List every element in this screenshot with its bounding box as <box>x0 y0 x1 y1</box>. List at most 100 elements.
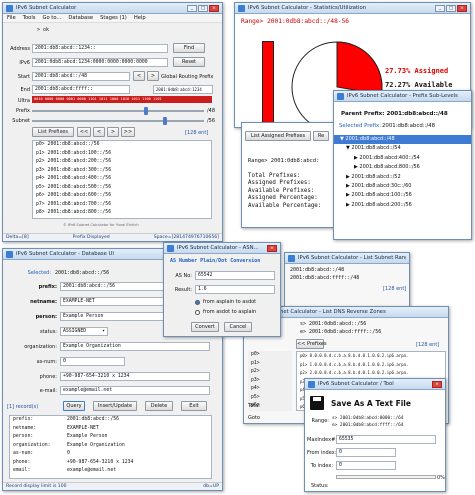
cancel-button[interactable]: Cancel <box>224 322 252 332</box>
status-select[interactable]: ASSIGNED ▾ <box>60 327 108 336</box>
window-controls[interactable]: × <box>432 380 442 388</box>
radio-asplain-to-asdot[interactable]: from asplain to asdot <box>195 299 256 305</box>
end-line: e> 2001:0db8:abcd:ffff::/56 <box>300 329 382 335</box>
status-delta: Delta=[8] <box>6 235 29 240</box>
ipv6-expanded-field[interactable]: 2001:0db8:abcd:1234:0000:0000:0000:0000 <box>32 58 168 67</box>
tree-node-root[interactable]: ▼ 2001:db8:abcd::/48 <box>334 135 471 145</box>
total-label: Total <box>248 403 260 409</box>
exit-button[interactable]: Exit <box>181 401 207 411</box>
window-controls[interactable]: _ □ × <box>435 4 467 12</box>
list-item[interactable]: p1> 2001:db8:abcd:100::/56 <box>33 150 211 159</box>
menu-file[interactable]: File <box>7 15 16 21</box>
start-field[interactable]: 2001:db8:abcd::/48 <box>32 72 130 81</box>
subnet-slider-thumb[interactable] <box>163 117 167 125</box>
menu-database[interactable]: Database <box>68 15 93 21</box>
chevron-down-icon: ▾ <box>102 329 105 334</box>
prefix-slider-thumb[interactable] <box>144 107 148 115</box>
prefix-input[interactable]: 2001:db8:abcd::/56 <box>60 282 170 291</box>
forward-button[interactable]: > <box>147 71 159 81</box>
next-page-button[interactable]: > <box>107 127 119 137</box>
list-item[interactable]: p5> 2001:db8:abcd:500::/56 <box>33 184 211 193</box>
prefix-label: Prefix <box>15 108 30 114</box>
record-output[interactable]: prefix: 2001:db8:abcd::/56 netname: EXAMPL… <box>9 415 212 479</box>
organization-input[interactable]: Example Organization <box>60 342 210 351</box>
tree-node[interactable]: ▶ 2001:db8:abcd:30c::/60 <box>334 182 471 191</box>
prefix-tree[interactable]: ▼ 2001:db8:abcd::/48 ▼ 2001:db8:abcd::/5… <box>334 135 471 210</box>
last-page-button[interactable]: >> <box>121 127 135 137</box>
list-prefixes-button[interactable]: List Prefixes <box>32 127 74 137</box>
title-bar: IPv6 Subnet Calculator _ □ × <box>3 3 222 14</box>
refresh-button[interactable]: Re <box>313 131 329 141</box>
side-item: p1> <box>251 360 260 366</box>
radio-unselected-icon[interactable] <box>195 309 200 315</box>
first-page-button[interactable]: << <box>77 127 91 137</box>
menu-tools[interactable]: Tools <box>23 15 36 21</box>
subnet-slider[interactable] <box>32 117 204 125</box>
list-item[interactable]: p1> 1.0.0.0.d.c.b.a.8.b.d.0.1.0.0.2.ip6.… <box>297 361 445 370</box>
prefix-slider[interactable] <box>32 107 204 115</box>
list-item[interactable]: p7> 2001:db8:abcd:700::/56 <box>33 201 211 210</box>
prefixes-button[interactable]: << Prefixes <box>296 339 327 349</box>
reset-button[interactable]: Reset <box>173 57 205 67</box>
list-item[interactable]: p0> 0.0.0.0.d.c.b.a.8.b.d.0.1.0.0.2.ip6.… <box>297 352 445 361</box>
title-bar: IPv6 Subnet Calculator - ASN... × <box>164 243 280 254</box>
tree-node[interactable]: ▼ 2001:db8:abcd::/54 <box>334 144 471 153</box>
asno-input[interactable]: 65542 <box>195 271 275 280</box>
list-item[interactable]: p0> 2001:db8:abcd::/56 <box>33 141 211 150</box>
radio-asdot-to-asplain[interactable]: from asdot to asplain <box>195 309 256 315</box>
close-icon[interactable]: × <box>432 380 442 388</box>
delete-button[interactable]: Delete <box>145 401 173 411</box>
prev-page-button[interactable]: < <box>93 127 105 137</box>
list-item[interactable]: p2> 2001:db8:abcd:200::/56 <box>33 158 211 167</box>
window-controls[interactable]: × <box>267 244 277 252</box>
window-title: IPv6 Subnet Calculator / Tool <box>318 381 394 387</box>
result-field: 1.6 <box>195 285 275 294</box>
asnum-input[interactable]: 0 <box>60 357 125 366</box>
progress-percent: 0% <box>437 475 445 481</box>
convert-button[interactable]: Convert <box>191 322 219 332</box>
tree-node[interactable]: ▶ 2001:db8:abcd:400::/54 <box>334 154 471 163</box>
menu-goto[interactable]: Go to... <box>42 15 61 21</box>
back-button[interactable]: < <box>133 71 145 81</box>
netname-input[interactable]: EXAMPLE-NET <box>60 297 170 306</box>
minimize-icon[interactable]: _ <box>187 4 197 12</box>
radio-label: from asplain to asdot <box>203 299 257 305</box>
insert-update-button[interactable]: Insert/Update <box>93 401 137 411</box>
list-item[interactable]: p3> 2001:db8:abcd:300::/56 <box>33 167 211 176</box>
window-controls[interactable]: _ □ × <box>187 4 219 12</box>
prefix-list[interactable]: p0> 2001:db8:abcd::/56 p1> 2001:db8:abcd… <box>32 140 212 219</box>
close-icon[interactable]: × <box>457 4 467 12</box>
to-index-input[interactable]: 0 <box>336 461 396 470</box>
list-item[interactable]: p8> 2001:db8:abcd:800::/56 <box>33 209 211 218</box>
radio-selected-icon[interactable] <box>195 299 200 305</box>
maximize-icon[interactable]: □ <box>198 4 208 12</box>
app-icon <box>337 92 344 100</box>
tree-node[interactable]: ▶ 2001:db8:abcd:200::/56 <box>334 201 471 210</box>
person-input[interactable]: Example Person <box>60 312 170 321</box>
end-value: 2001:db8:abcd:ffff::/48 <box>290 275 360 281</box>
menu-help[interactable]: Help <box>134 15 146 21</box>
query-button[interactable]: Query <box>63 401 85 411</box>
end-field[interactable]: 2001:db8:abcd:ffff:: <box>32 85 130 94</box>
find-button[interactable]: Find <box>173 43 205 53</box>
list-item[interactable]: p2> 2.0.0.0.d.c.b.a.8.b.d.0.1.0.0.2.ip6.… <box>297 369 445 378</box>
field-key: phone: <box>13 459 31 465</box>
list-assigned-button[interactable]: List Assigned Prefixes <box>245 131 311 141</box>
tree-node[interactable]: ▶ 2001:db8:abcd:800::/56 <box>334 163 471 172</box>
usage-bar <box>262 41 274 127</box>
email-input[interactable]: example@email.net <box>60 386 210 395</box>
tree-node[interactable]: ▶ 2001:db8:abcd::/52 <box>334 173 471 182</box>
subnet-label: Subnet <box>12 118 30 124</box>
minimize-icon[interactable]: _ <box>435 4 445 12</box>
list-item[interactable]: p6> 2001:db8:abcd:600::/56 <box>33 192 211 201</box>
list-item[interactable]: p4> 2001:db8:abcd:400::/56 <box>33 175 211 184</box>
from-index-input[interactable]: 0 <box>336 448 396 457</box>
phone-input[interactable]: +90-987-654-3210 x 1234 <box>60 372 210 381</box>
close-icon[interactable]: × <box>209 4 219 12</box>
close-icon[interactable]: × <box>267 244 277 252</box>
status-select-value: ASSIGNED <box>63 329 87 334</box>
address-input[interactable]: 2001:db8:abcd::1234:: <box>32 44 168 53</box>
tree-node[interactable]: ▶ 2001:db8:abcd:100::/56 <box>334 191 471 200</box>
menu-stages[interactable]: Stages (1) <box>100 15 127 21</box>
maximize-icon[interactable]: □ <box>446 4 456 12</box>
